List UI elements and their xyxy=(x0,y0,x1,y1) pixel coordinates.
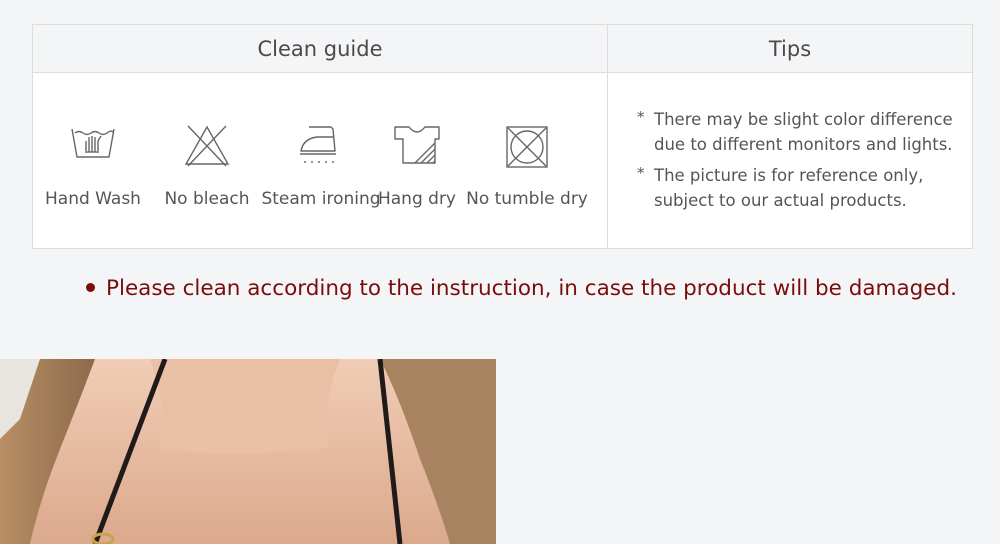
notice-bullet xyxy=(86,282,95,292)
care-item-no-bleach: No bleach xyxy=(147,73,267,249)
tip-marker: * xyxy=(637,164,645,182)
tips-header: Tips xyxy=(768,37,812,61)
hand-wash-icon xyxy=(71,128,115,158)
tip-item: * There may be slight color difference d… xyxy=(637,107,967,157)
care-item-hand-wash: Hand Wash xyxy=(33,73,153,249)
care-label: No tumble dry xyxy=(466,189,588,209)
hang-dry-icon xyxy=(394,126,440,164)
tip-text: There may be slight color difference due… xyxy=(654,110,953,154)
product-photo xyxy=(0,359,496,544)
steam-iron-icon xyxy=(300,126,336,163)
tips-list: * There may be slight color difference d… xyxy=(637,107,967,219)
care-item-hang-dry: Hang dry xyxy=(357,73,477,249)
tip-text: The picture is for reference only, subje… xyxy=(654,166,924,210)
tip-marker: * xyxy=(637,108,645,126)
clean-guide-header: Clean guide xyxy=(33,25,608,72)
tip-item: * The picture is for reference only, sub… xyxy=(637,163,967,213)
column-divider xyxy=(607,72,608,248)
table-header-row: Clean guide Tips xyxy=(33,25,972,73)
care-item-no-tumble-dry: No tumble dry xyxy=(466,73,588,249)
model-photo-image xyxy=(0,359,496,544)
care-table: Clean guide Tips Hand Wash No bleach Ste… xyxy=(32,24,973,249)
care-notice: Please clean according to the instructio… xyxy=(86,276,957,301)
no-bleach-icon xyxy=(184,125,230,167)
notice-text: Please clean according to the instructio… xyxy=(106,276,958,301)
no-tumble-dry-icon xyxy=(506,126,548,168)
